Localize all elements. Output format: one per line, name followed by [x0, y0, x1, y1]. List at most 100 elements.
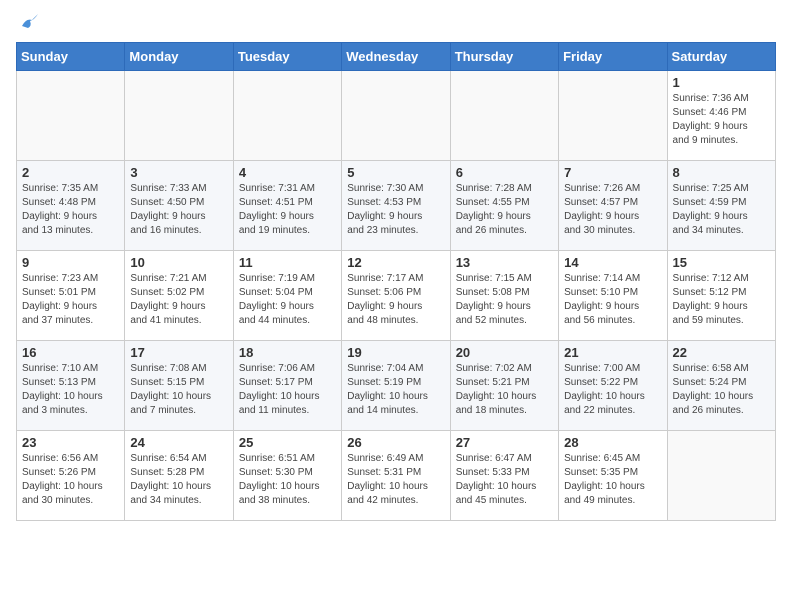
calendar-cell: 2 Sunrise: 7:35 AM Sunset: 4:48 PM Daylig… — [17, 161, 125, 251]
day-number: 27 — [456, 435, 553, 450]
day-number: 24 — [130, 435, 227, 450]
day-info: Sunrise: 6:54 AM Sunset: 5:28 PM Dayligh… — [130, 452, 227, 508]
day-info: Sunrise: 7:21 AM Sunset: 5:02 PM Dayligh… — [130, 272, 227, 328]
day-info: Sunrise: 7:26 AM Sunset: 4:57 PM Dayligh… — [564, 182, 661, 238]
day-info: Sunrise: 6:47 AM Sunset: 5:33 PM Dayligh… — [456, 452, 553, 508]
day-number: 5 — [347, 165, 444, 180]
calendar-cell — [17, 71, 125, 161]
calendar-cell: 3 Sunrise: 7:33 AM Sunset: 4:50 PM Daylig… — [125, 161, 233, 251]
calendar-cell: 13 Sunrise: 7:15 AM Sunset: 5:08 PM Dayli… — [450, 251, 558, 341]
day-info: Sunrise: 6:45 AM Sunset: 5:35 PM Dayligh… — [564, 452, 661, 508]
calendar-cell: 10 Sunrise: 7:21 AM Sunset: 5:02 PM Dayli… — [125, 251, 233, 341]
calendar-cell: 28 Sunrise: 6:45 AM Sunset: 5:35 PM Dayli… — [559, 431, 667, 521]
day-number: 26 — [347, 435, 444, 450]
calendar-cell: 25 Sunrise: 6:51 AM Sunset: 5:30 PM Dayli… — [233, 431, 341, 521]
calendar-week-row: 23 Sunrise: 6:56 AM Sunset: 5:26 PM Dayli… — [17, 431, 776, 521]
calendar-cell: 23 Sunrise: 6:56 AM Sunset: 5:26 PM Dayli… — [17, 431, 125, 521]
calendar-cell: 12 Sunrise: 7:17 AM Sunset: 5:06 PM Dayli… — [342, 251, 450, 341]
day-info: Sunrise: 6:56 AM Sunset: 5:26 PM Dayligh… — [22, 452, 119, 508]
calendar-cell: 18 Sunrise: 7:06 AM Sunset: 5:17 PM Dayli… — [233, 341, 341, 431]
weekday-header-tuesday: Tuesday — [233, 43, 341, 71]
calendar-cell: 27 Sunrise: 6:47 AM Sunset: 5:33 PM Dayli… — [450, 431, 558, 521]
day-info: Sunrise: 7:17 AM Sunset: 5:06 PM Dayligh… — [347, 272, 444, 328]
calendar-table: SundayMondayTuesdayWednesdayThursdayFrid… — [16, 42, 776, 521]
calendar-cell: 26Sunrise: 6:49 AM Sunset: 5:31 PM Dayli… — [342, 431, 450, 521]
day-info: Sunrise: 7:14 AM Sunset: 5:10 PM Dayligh… — [564, 272, 661, 328]
day-info: Sunrise: 7:25 AM Sunset: 4:59 PM Dayligh… — [673, 182, 770, 238]
calendar-cell: 19 Sunrise: 7:04 AM Sunset: 5:19 PM Dayli… — [342, 341, 450, 431]
day-number: 14 — [564, 255, 661, 270]
day-number: 9 — [22, 255, 119, 270]
day-number: 23 — [22, 435, 119, 450]
day-number: 18 — [239, 345, 336, 360]
logo-bird-icon — [18, 12, 40, 34]
calendar-cell — [342, 71, 450, 161]
day-number: 1 — [673, 75, 770, 90]
calendar-week-row: 2 Sunrise: 7:35 AM Sunset: 4:48 PM Daylig… — [17, 161, 776, 251]
day-number: 8 — [673, 165, 770, 180]
calendar-cell: 22Sunrise: 6:58 AM Sunset: 5:24 PM Dayli… — [667, 341, 775, 431]
day-info: Sunrise: 7:15 AM Sunset: 5:08 PM Dayligh… — [456, 272, 553, 328]
weekday-header-friday: Friday — [559, 43, 667, 71]
calendar-cell: 16 Sunrise: 7:10 AM Sunset: 5:13 PM Dayli… — [17, 341, 125, 431]
day-number: 28 — [564, 435, 661, 450]
day-info: Sunrise: 7:31 AM Sunset: 4:51 PM Dayligh… — [239, 182, 336, 238]
day-info: Sunrise: 7:10 AM Sunset: 5:13 PM Dayligh… — [22, 362, 119, 418]
day-info: Sunrise: 7:12 AM Sunset: 5:12 PM Dayligh… — [673, 272, 770, 328]
calendar-cell: 8 Sunrise: 7:25 AM Sunset: 4:59 PM Daylig… — [667, 161, 775, 251]
day-info: Sunrise: 7:23 AM Sunset: 5:01 PM Dayligh… — [22, 272, 119, 328]
day-info: Sunrise: 7:02 AM Sunset: 5:21 PM Dayligh… — [456, 362, 553, 418]
calendar-cell — [125, 71, 233, 161]
day-number: 4 — [239, 165, 336, 180]
weekday-header-row: SundayMondayTuesdayWednesdayThursdayFrid… — [17, 43, 776, 71]
day-info: Sunrise: 7:08 AM Sunset: 5:15 PM Dayligh… — [130, 362, 227, 418]
calendar-cell: 15 Sunrise: 7:12 AM Sunset: 5:12 PM Dayli… — [667, 251, 775, 341]
day-info: Sunrise: 7:33 AM Sunset: 4:50 PM Dayligh… — [130, 182, 227, 238]
calendar-cell: 11 Sunrise: 7:19 AM Sunset: 5:04 PM Dayli… — [233, 251, 341, 341]
calendar-cell: 14 Sunrise: 7:14 AM Sunset: 5:10 PM Dayli… — [559, 251, 667, 341]
day-info: Sunrise: 7:00 AM Sunset: 5:22 PM Dayligh… — [564, 362, 661, 418]
day-number: 11 — [239, 255, 336, 270]
day-number: 2 — [22, 165, 119, 180]
calendar-cell: 24 Sunrise: 6:54 AM Sunset: 5:28 PM Dayli… — [125, 431, 233, 521]
day-number: 21 — [564, 345, 661, 360]
day-number: 19 — [347, 345, 444, 360]
calendar-cell: 7 Sunrise: 7:26 AM Sunset: 4:57 PM Daylig… — [559, 161, 667, 251]
weekday-header-thursday: Thursday — [450, 43, 558, 71]
calendar-cell: 1 Sunrise: 7:36 AM Sunset: 4:46 PM Daylig… — [667, 71, 775, 161]
day-info: Sunrise: 7:28 AM Sunset: 4:55 PM Dayligh… — [456, 182, 553, 238]
weekday-header-sunday: Sunday — [17, 43, 125, 71]
logo — [16, 16, 40, 30]
day-number: 20 — [456, 345, 553, 360]
calendar-cell — [559, 71, 667, 161]
day-number: 3 — [130, 165, 227, 180]
day-number: 25 — [239, 435, 336, 450]
day-info: Sunrise: 7:04 AM Sunset: 5:19 PM Dayligh… — [347, 362, 444, 418]
weekday-header-wednesday: Wednesday — [342, 43, 450, 71]
day-number: 16 — [22, 345, 119, 360]
calendar-cell: 5 Sunrise: 7:30 AM Sunset: 4:53 PM Daylig… — [342, 161, 450, 251]
day-info: Sunrise: 7:06 AM Sunset: 5:17 PM Dayligh… — [239, 362, 336, 418]
calendar-cell — [667, 431, 775, 521]
day-info: Sunrise: 7:35 AM Sunset: 4:48 PM Dayligh… — [22, 182, 119, 238]
day-number: 15 — [673, 255, 770, 270]
page-header — [16, 16, 776, 30]
day-number: 6 — [456, 165, 553, 180]
day-number: 13 — [456, 255, 553, 270]
calendar-cell: 9 Sunrise: 7:23 AM Sunset: 5:01 PM Daylig… — [17, 251, 125, 341]
calendar-cell — [233, 71, 341, 161]
calendar-cell: 21 Sunrise: 7:00 AM Sunset: 5:22 PM Dayli… — [559, 341, 667, 431]
day-info: Sunrise: 6:58 AM Sunset: 5:24 PM Dayligh… — [673, 362, 770, 418]
day-number: 7 — [564, 165, 661, 180]
day-number: 12 — [347, 255, 444, 270]
day-number: 10 — [130, 255, 227, 270]
day-info: Sunrise: 6:51 AM Sunset: 5:30 PM Dayligh… — [239, 452, 336, 508]
day-info: Sunrise: 7:30 AM Sunset: 4:53 PM Dayligh… — [347, 182, 444, 238]
calendar-week-row: 9 Sunrise: 7:23 AM Sunset: 5:01 PM Daylig… — [17, 251, 776, 341]
day-info: Sunrise: 7:19 AM Sunset: 5:04 PM Dayligh… — [239, 272, 336, 328]
calendar-cell: 6 Sunrise: 7:28 AM Sunset: 4:55 PM Daylig… — [450, 161, 558, 251]
calendar-week-row: 1 Sunrise: 7:36 AM Sunset: 4:46 PM Daylig… — [17, 71, 776, 161]
calendar-cell: 20 Sunrise: 7:02 AM Sunset: 5:21 PM Dayli… — [450, 341, 558, 431]
day-info: Sunrise: 7:36 AM Sunset: 4:46 PM Dayligh… — [673, 92, 770, 148]
calendar-cell — [450, 71, 558, 161]
